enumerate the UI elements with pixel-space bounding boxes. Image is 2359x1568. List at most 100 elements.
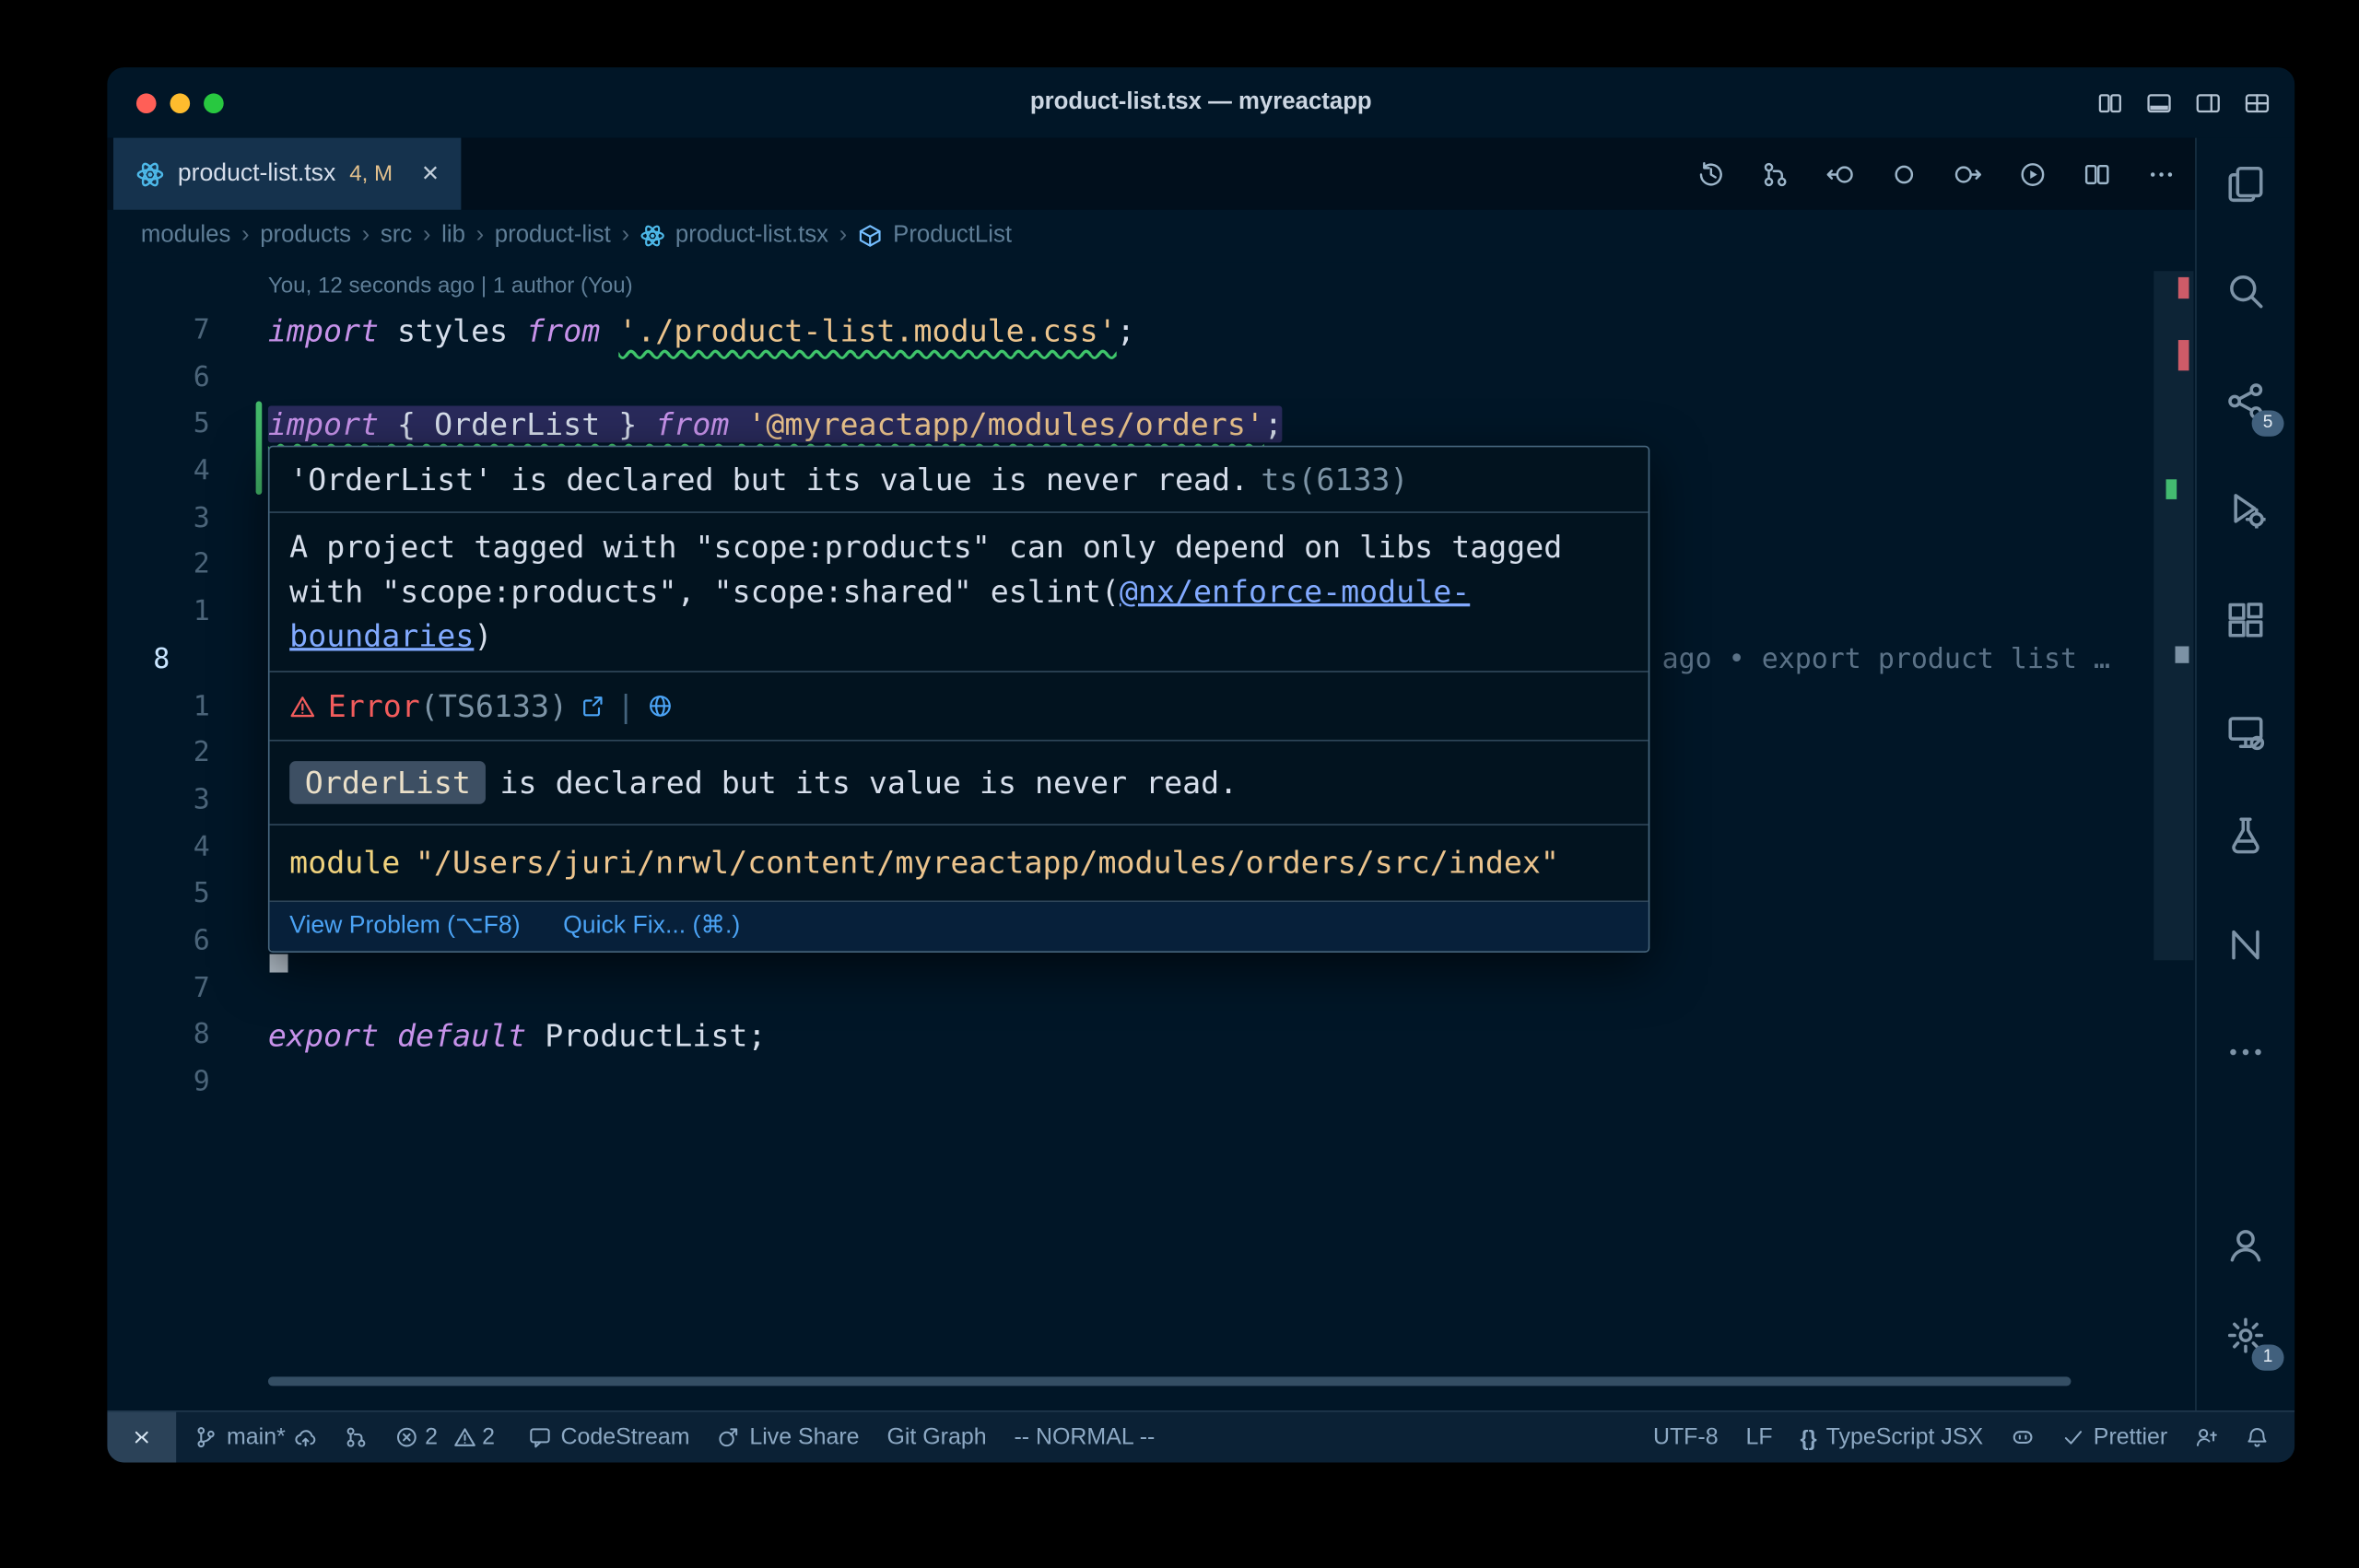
open-change-button[interactable] [1890,160,1918,188]
count: 2 [482,1424,495,1450]
line-number: 3 [153,496,210,543]
activity-testing[interactable] [2197,804,2294,865]
tab-bar: product-list.tsx 4, M × [107,138,2196,210]
code-line: 8export default ProductList; [107,1012,2151,1059]
status-encoding[interactable]: UTF-8 [1639,1412,1732,1463]
breadcrumb-item-src[interactable]: src [381,222,412,250]
split-icon [2097,89,2123,115]
status-notifications[interactable] [2232,1412,2283,1463]
error-detail-text: is declared but its value is never read. [500,765,1238,802]
feedback-icon [2195,1426,2218,1449]
activity-bar: 51 [2195,138,2294,1412]
count: 2 [425,1424,438,1450]
activity-extensions[interactable] [2197,590,2294,650]
breadcrumb-item-product-list[interactable]: product-list [495,222,611,250]
split-editor-button[interactable] [2083,160,2111,188]
label: Live Share [749,1424,859,1450]
error-docs-globe-icon[interactable] [647,694,672,719]
view-problem-link[interactable]: View Problem (⌥F8) [289,911,520,942]
module-keyword: module [289,844,400,881]
breadcrumb-separator: › [621,222,629,250]
more-icon [2225,1032,2265,1071]
globe-icon [647,694,672,719]
status-vim-mode[interactable]: -- NORMAL -- [1001,1412,1169,1463]
timeline-button[interactable] [1697,160,1725,188]
status-gitlens[interactable] [332,1412,382,1463]
horizontal-scrollbar[interactable] [268,1376,2071,1386]
breadcrumb-item-products[interactable]: products [260,222,351,250]
breadcrumb: modules›products›src›lib›product-list›pr… [107,210,2230,263]
tab-product-list[interactable]: product-list.tsx 4, M × [113,138,462,210]
status-copilot[interactable] [1997,1412,2048,1463]
error-warning-icon [289,693,315,719]
status-feedback[interactable] [2181,1412,2232,1463]
line-number: 1 [153,590,210,637]
activity-explorer[interactable] [2197,153,2294,214]
status-language-mode[interactable]: {} TypeScript JSX [1787,1412,1997,1463]
gitlens-blame-header: You, 12 seconds ago | 1 author (You) [268,262,633,308]
line-number: 8 [153,637,210,684]
activity-nx-console[interactable] [2197,914,2294,975]
code-line: 7import styles from './product-list.modu… [107,308,2151,355]
code-editor[interactable]: You, 12 seconds ago | 1 author (You) 7im… [107,262,2196,1411]
toggle-secondary-sidebar[interactable] [2195,89,2221,115]
close-tab-icon[interactable]: × [422,157,439,191]
toggle-primary-sidebar[interactable] [2097,89,2123,115]
activity-source-control[interactable]: 5 [2197,370,2294,431]
status-bar-right: UTF-8 LF {} TypeScript JSX Prettier [1639,1412,2294,1463]
window-title: product-list.tsx — myreactapp [107,67,2294,137]
layout-right-icon [2195,89,2221,115]
breadcrumb-separator: › [423,222,431,250]
braces-icon: {} [1801,1425,1817,1450]
error-code-label: Error(TS6133) [328,686,568,726]
status-live-share[interactable]: Live Share [703,1412,873,1463]
breadcrumb-item-product-list.tsx[interactable]: product-list.tsx [675,222,828,250]
titlebar: product-list.tsx — myreactapp [107,67,2294,137]
toggle-panel[interactable] [2146,89,2172,115]
warning-icon [453,1426,476,1449]
label: LF [1746,1424,1773,1450]
activity-manage[interactable]: 1 [2197,1305,2294,1365]
previous-change-button[interactable] [1825,160,1853,188]
vertical-scrollbar[interactable] [2154,271,2193,960]
status-git-graph[interactable]: Git Graph [874,1412,1001,1463]
check-icon [2061,1426,2084,1449]
next-change-button[interactable] [1954,160,1982,188]
status-remote-indicator[interactable] [107,1412,176,1463]
remote-icon [130,1426,153,1449]
quick-fix-link[interactable]: Quick Fix... (⌘.) [563,911,740,942]
titlebar-layout-controls [2097,67,2271,137]
activity-search[interactable] [2197,261,2294,322]
breadcrumb-item-modules[interactable]: modules [141,222,230,250]
error-status-row: Error(TS6133) | [270,673,1649,740]
module-path-row: module"/Users/juri/nrwl/content/myreacta… [270,825,1649,900]
run-debug-icon [2225,488,2265,528]
status-prettier[interactable]: Prettier [2048,1412,2181,1463]
run-file-button[interactable] [2019,160,2047,188]
line-number: 4 [153,449,210,496]
breadcrumb-item-lib[interactable]: lib [441,222,465,250]
breadcrumb-item-ProductList[interactable]: ProductList [893,222,1012,250]
activity-remote-explorer[interactable] [2197,701,2294,762]
error-code: (TS6133) [420,687,568,724]
status-git-branch[interactable]: main* [181,1412,332,1463]
status-codestream[interactable]: CodeStream [515,1412,704,1463]
label: TypeScript JSX [1826,1424,1983,1450]
open-error-external-icon[interactable] [580,694,604,719]
line-number: 2 [153,543,210,590]
code-text: import { OrderList } from '@myreactapp/m… [268,402,1283,449]
history-icon [1697,160,1725,188]
activity-run-and-debug[interactable] [2197,478,2294,539]
more-actions-button[interactable] [2148,160,2176,188]
line-number: 3 [153,778,210,825]
status-eol[interactable]: LF [1732,1412,1787,1463]
code-text: import styles from './product-list.modul… [268,308,1135,355]
manage-badge: 1 [2252,1345,2284,1371]
hover-resize-handle[interactable] [270,954,288,973]
line-number: 6 [153,355,210,402]
compare-changes-button[interactable] [1762,160,1790,188]
activity-accounts[interactable] [2197,1214,2294,1275]
status-problems[interactable]: 22 [382,1412,515,1463]
customize-layout[interactable] [2244,89,2270,115]
activity-additional-views[interactable] [2197,1022,2294,1082]
